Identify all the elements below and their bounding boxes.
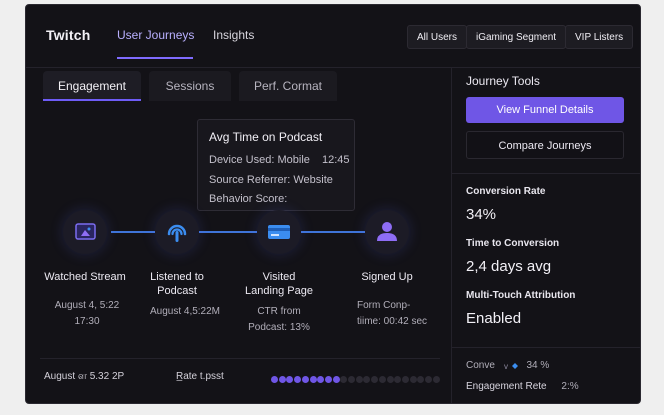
tooltip-time: 12:45	[322, 154, 350, 166]
top-bar: Twitch User Journeys Insights All Users …	[26, 5, 640, 68]
journey-panel: Engagement Sessions Perf. Cormat Avg Tim…	[26, 67, 451, 403]
progress-dot-filled	[271, 376, 278, 383]
segment-vip-listers[interactable]: VIP Listers	[565, 25, 634, 49]
progress-dot-empty	[425, 376, 432, 383]
progress-dot-empty	[401, 376, 409, 383]
segment-igaming[interactable]: iGaming Segment	[466, 25, 567, 49]
tooltip-device: Device Used: Mobile	[209, 154, 310, 166]
mini-eye-icon: v	[504, 362, 518, 371]
progress-dot-empty	[417, 376, 425, 383]
step-title-watched-stream: Watched Stream	[44, 271, 126, 283]
progress-dot-empty	[432, 376, 440, 383]
podcast-icon	[167, 224, 187, 242]
progress-dot-filled	[309, 376, 317, 383]
app-window: Twitch User Journeys Insights All Users …	[25, 4, 641, 404]
journey-connector	[199, 231, 257, 233]
step-meta-watched-stream: August 4, 5:22 17:30	[54, 300, 120, 327]
progress-dot-empty	[394, 376, 402, 383]
tooltip-referrer: Source Referrer: Website	[209, 174, 333, 186]
step-title-listened-podcast: Listened to Podcast	[150, 271, 204, 297]
progress-dot-empty	[409, 376, 417, 383]
svg-text:v: v	[504, 362, 508, 370]
metric-label-conversion-rate: Conversion Rate	[466, 186, 546, 197]
progress-dot-empty	[371, 376, 379, 383]
progress-dot-empty	[355, 376, 363, 383]
summary-row-conversion: Conve v 34 %	[466, 360, 550, 371]
tooltip-behavior: Behavior Score:	[209, 193, 288, 205]
journey-node-signed-up[interactable]	[365, 210, 409, 254]
progress-dot-filled	[317, 376, 325, 383]
step-meta-listened-podcast: August 4,5:22M	[149, 306, 221, 317]
bottom-rate: R̲ate t.psst	[176, 371, 224, 382]
summary-row-engagement: Engagement Rete 2:%	[466, 381, 579, 392]
metric-label-attribution: Multi-Touch Attribution	[466, 290, 576, 301]
progress-dot-filled	[294, 376, 302, 383]
bottom-divider	[40, 358, 440, 359]
metric-value-attribution: Enabled	[466, 310, 522, 327]
step-meta-visited-landing: CTR from Podcast: 13%	[248, 306, 310, 333]
progress-dot-empty	[386, 376, 394, 383]
progress-dot-filled	[278, 376, 286, 383]
journey-node-listened-podcast[interactable]	[155, 210, 199, 254]
step-title-visited-landing: Visited Landing Page	[245, 271, 313, 297]
journey-connector	[301, 231, 365, 233]
progress-dot-filled	[324, 376, 332, 383]
journey-connector	[111, 231, 155, 233]
metric-label-time-to-conversion: Time to Conversion	[466, 238, 560, 249]
stream-screen-icon	[75, 223, 96, 240]
podcast-tooltip: Avg Time on Podcast Device Used: Mobile …	[197, 119, 355, 211]
journey-tools-title: Journey Tools	[466, 74, 540, 88]
summary-divider	[452, 347, 640, 348]
metric-value-time-to-conversion: 2,4 days avg	[466, 258, 552, 275]
nav-tab-user-journeys[interactable]: User Journeys	[117, 28, 194, 42]
journey-tools-panel: Journey Tools View Funnel Details Compar…	[451, 67, 640, 403]
nav-tab-insights[interactable]: Insights	[213, 28, 254, 42]
user-icon	[377, 222, 397, 241]
nav-tab-active-indicator	[117, 57, 193, 59]
progress-dot-empty	[363, 376, 371, 383]
segment-all-users[interactable]: All Users	[407, 25, 468, 49]
landing-page-card-icon	[268, 225, 290, 239]
subtab-engagement[interactable]: Engagement	[43, 71, 141, 101]
subtab-perf-cormat[interactable]: Perf. Cormat	[239, 71, 337, 101]
journey-node-watched-stream[interactable]	[63, 210, 107, 254]
progress-dot-empty	[340, 376, 348, 383]
bottom-date: August ள 5.32 2P	[44, 371, 125, 382]
twitch-logo[interactable]: Twitch	[46, 27, 91, 43]
progress-dot-filled	[301, 376, 309, 383]
step-title-signed-up: Signed Up	[361, 271, 413, 283]
compare-journeys-button[interactable]: Compare Journeys	[466, 131, 624, 159]
progress-dot-filled	[286, 376, 294, 383]
progress-dot-empty	[378, 376, 386, 383]
tools-divider	[452, 173, 640, 174]
view-funnel-details-button[interactable]: View Funnel Details	[466, 97, 624, 123]
progress-dot-empty	[348, 376, 355, 383]
step-meta-signed-up: Form Conp- tiime: 00:42 sec	[357, 300, 428, 327]
tooltip-title: Avg Time on Podcast	[209, 130, 323, 144]
progress-dot-filled	[332, 376, 340, 383]
metric-value-conversion-rate: 34%	[466, 206, 497, 223]
subtab-sessions[interactable]: Sessions	[149, 71, 231, 101]
journey-node-visited-landing[interactable]	[257, 210, 301, 254]
